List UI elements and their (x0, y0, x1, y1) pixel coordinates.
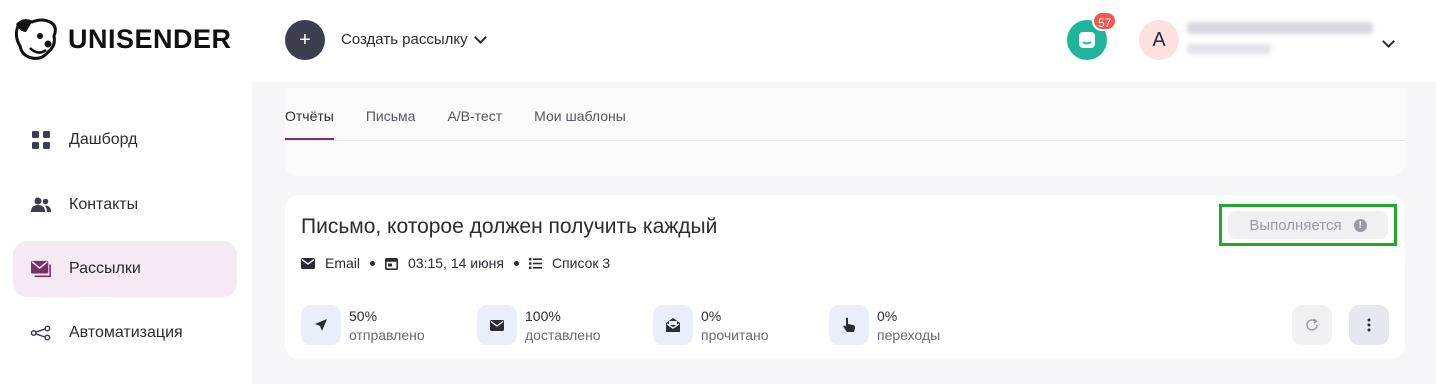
stat-value: 100% (525, 308, 561, 324)
stat-sent[interactable]: 50% отправлено (301, 305, 425, 345)
account-id-redacted (1187, 44, 1271, 54)
brand-name: UNISENDER (68, 23, 232, 54)
stat-label: переходы (877, 327, 941, 343)
sidebar-item-label: Контакты (69, 196, 139, 213)
stat-label: отправлено (349, 327, 425, 343)
campaign-card[interactable]: Письмо, которое должен получить каждый В… (285, 195, 1405, 359)
sidebar-item-dashboard[interactable]: Дашборд (13, 112, 237, 168)
envelope-icon (477, 305, 517, 345)
users-icon (31, 195, 51, 215)
meta-list-label: Список 3 (551, 255, 611, 271)
refresh-button[interactable] (1292, 305, 1332, 345)
status-highlight: Выполняется ! (1219, 204, 1397, 246)
more-options-button[interactable] (1349, 305, 1389, 345)
sidebar-item-label: Автоматизация (69, 324, 183, 341)
sidebar-item-label: Рассылки (69, 260, 141, 277)
status-label: Выполняется (1249, 216, 1342, 234)
info-icon[interactable]: ! (1353, 218, 1367, 232)
status-badge[interactable]: Выполняется ! (1228, 211, 1388, 239)
tab-ab-test[interactable]: A/B-тест (447, 102, 502, 140)
stat-value: 50% (349, 308, 378, 324)
avatar[interactable]: A (1139, 20, 1179, 60)
tab-my-templates[interactable]: Мои шаблоны (534, 102, 626, 140)
sidebar-item-campaigns[interactable]: Рассылки (13, 241, 237, 297)
stat-clicks[interactable]: 0% переходы (829, 305, 940, 345)
dog-logo-icon (14, 18, 57, 60)
stat-delivered[interactable]: 100% доставлено (477, 305, 601, 345)
chevron-down-icon (1382, 35, 1395, 48)
more-vertical-icon (1367, 318, 1371, 332)
main-content: Отчёты Письма A/B-тест Мои шаблоны Письм… (252, 82, 1436, 384)
logo[interactable]: UNISENDER (12, 16, 232, 62)
sidebar-item-label: Дашборд (69, 131, 138, 148)
create-campaign-dropdown[interactable]: Создать рассылку (341, 30, 487, 48)
tab-letters[interactable]: Письма (366, 102, 416, 140)
meta-type: Email (301, 255, 360, 271)
meta-datetime: 03:15, 14 июня (385, 255, 504, 271)
sidebar-item-automation[interactable]: Автоматизация (13, 305, 237, 361)
notification-badge: 57 (1092, 11, 1118, 31)
meta-list[interactable]: Список 3 (528, 255, 611, 271)
envelope-icon (301, 257, 315, 269)
chat-icon (1079, 32, 1095, 48)
sidebar-item-contacts[interactable]: Контакты (13, 177, 237, 233)
top-bar: UNISENDER + Создать рассылку 57 A (0, 0, 1436, 82)
flow-icon (31, 323, 51, 343)
calendar-icon (385, 257, 399, 270)
stat-read[interactable]: 0% прочитано (653, 305, 769, 345)
tabs-panel: Отчёты Письма A/B-тест Мои шаблоны (285, 88, 1405, 176)
stat-value: 0% (701, 308, 722, 324)
create-campaign-label: Создать рассылку (341, 31, 468, 48)
sidebar: Дашборд Контакты Рассылки Автоматизация (0, 82, 252, 384)
campaign-meta: Email 03:15, 14 июня Список 3 (301, 255, 610, 271)
account-menu-toggle[interactable] (1382, 33, 1395, 51)
separator-dot (513, 260, 519, 266)
stat-value: 0% (877, 308, 898, 324)
create-campaign-button[interactable]: + (285, 20, 325, 60)
separator-dot (370, 260, 376, 266)
chevron-down-icon (473, 30, 487, 44)
stat-label: доставлено (525, 327, 601, 343)
account-info[interactable] (1187, 22, 1377, 54)
tab-bar: Отчёты Письма A/B-тест Мои шаблоны (285, 102, 626, 140)
tab-reports[interactable]: Отчёты (285, 102, 334, 140)
campaign-title[interactable]: Письмо, которое должен получить каждый (301, 215, 717, 239)
send-icon (301, 305, 341, 345)
pointer-icon (829, 305, 869, 345)
stat-label: прочитано (701, 327, 769, 343)
grid-icon (31, 130, 51, 150)
meta-type-label: Email (325, 255, 361, 271)
refresh-icon (1306, 318, 1318, 331)
account-email-redacted (1187, 22, 1373, 34)
mail-icon (31, 259, 51, 279)
meta-datetime-label: 03:15, 14 июня (408, 255, 504, 271)
list-icon (528, 257, 542, 269)
open-envelope-icon (653, 305, 693, 345)
tabs-divider (285, 140, 1405, 141)
